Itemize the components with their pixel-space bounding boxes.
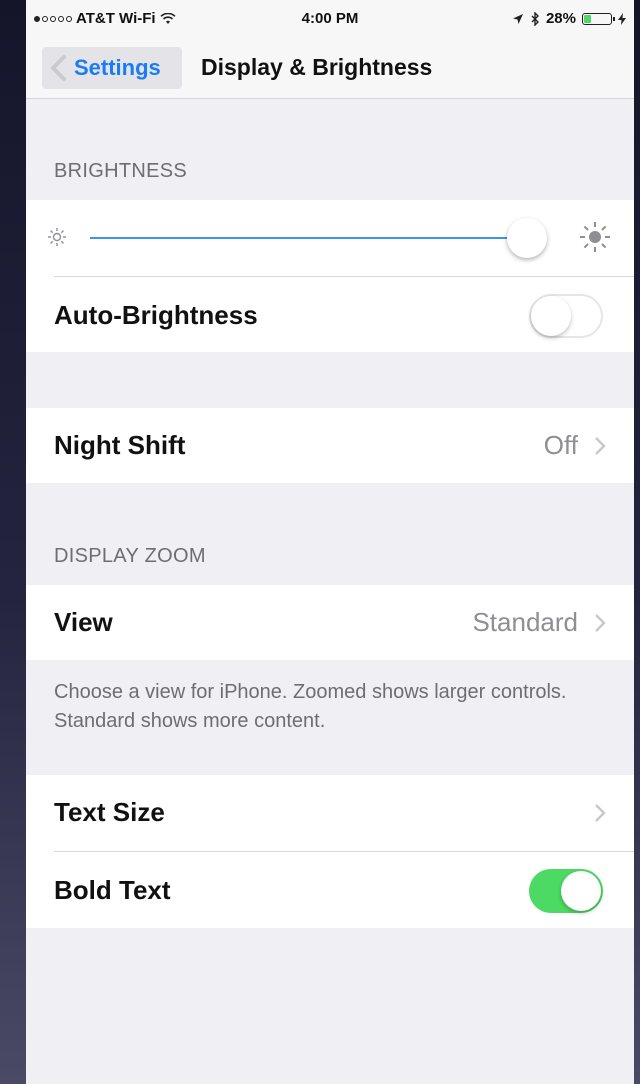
battery-percent: 28% (545, 10, 576, 27)
view-row[interactable]: View Standard (26, 585, 634, 660)
back-button[interactable]: Settings (42, 47, 182, 89)
text-group: Text Size Bold Text (26, 775, 634, 928)
chevron-right-icon (595, 437, 606, 455)
toggle-knob (561, 871, 601, 911)
auto-brightness-toggle[interactable] (529, 294, 603, 338)
night-shift-row[interactable]: Night Shift Off (26, 408, 634, 483)
view-label: View (54, 607, 113, 637)
bluetooth-icon (531, 11, 539, 26)
display-zoom-section-header: DISPLAY ZOOM (54, 545, 206, 567)
display-zoom-footer: Choose a view for iPhone. Zoomed shows l… (54, 681, 567, 732)
page-title: Display & Brightness (201, 54, 433, 80)
brightness-slider[interactable] (90, 237, 540, 239)
sun-small-icon (48, 228, 66, 246)
separator (54, 851, 634, 852)
night-shift-value: Off (543, 430, 578, 460)
toggle-knob (531, 296, 571, 336)
location-arrow-icon (512, 13, 523, 24)
bold-text-label: Bold Text (54, 875, 171, 905)
brightness-slider-fill (90, 237, 527, 239)
back-button-label: Settings (74, 55, 161, 80)
chevron-right-icon (595, 804, 606, 822)
night-shift-label: Night Shift (54, 430, 186, 460)
bold-text-toggle[interactable] (529, 869, 603, 913)
separator (54, 276, 634, 277)
view-value: Standard (472, 607, 578, 637)
battery-icon (582, 12, 615, 25)
chevron-left-icon (51, 55, 66, 81)
sun-large-icon (580, 222, 610, 252)
phone-screen: AT&T Wi-Fi 4:00 PM 28% Settings Display … (26, 0, 634, 1084)
text-size-row[interactable]: Text Size (26, 775, 634, 851)
brightness-slider-thumb[interactable] (506, 218, 547, 258)
status-bar: AT&T Wi-Fi 4:00 PM 28% (26, 0, 634, 40)
chevron-right-icon (595, 614, 606, 632)
brightness-section-header: BRIGHTNESS (54, 160, 188, 182)
brightness-group: Auto-Brightness (26, 200, 634, 352)
charging-icon (618, 12, 626, 25)
battery-fill (584, 14, 592, 23)
auto-brightness-label: Auto-Brightness (54, 300, 258, 330)
navigation-bar: Settings Display & Brightness (26, 40, 634, 99)
status-right: 28% (512, 10, 626, 27)
text-size-label: Text Size (54, 797, 165, 827)
